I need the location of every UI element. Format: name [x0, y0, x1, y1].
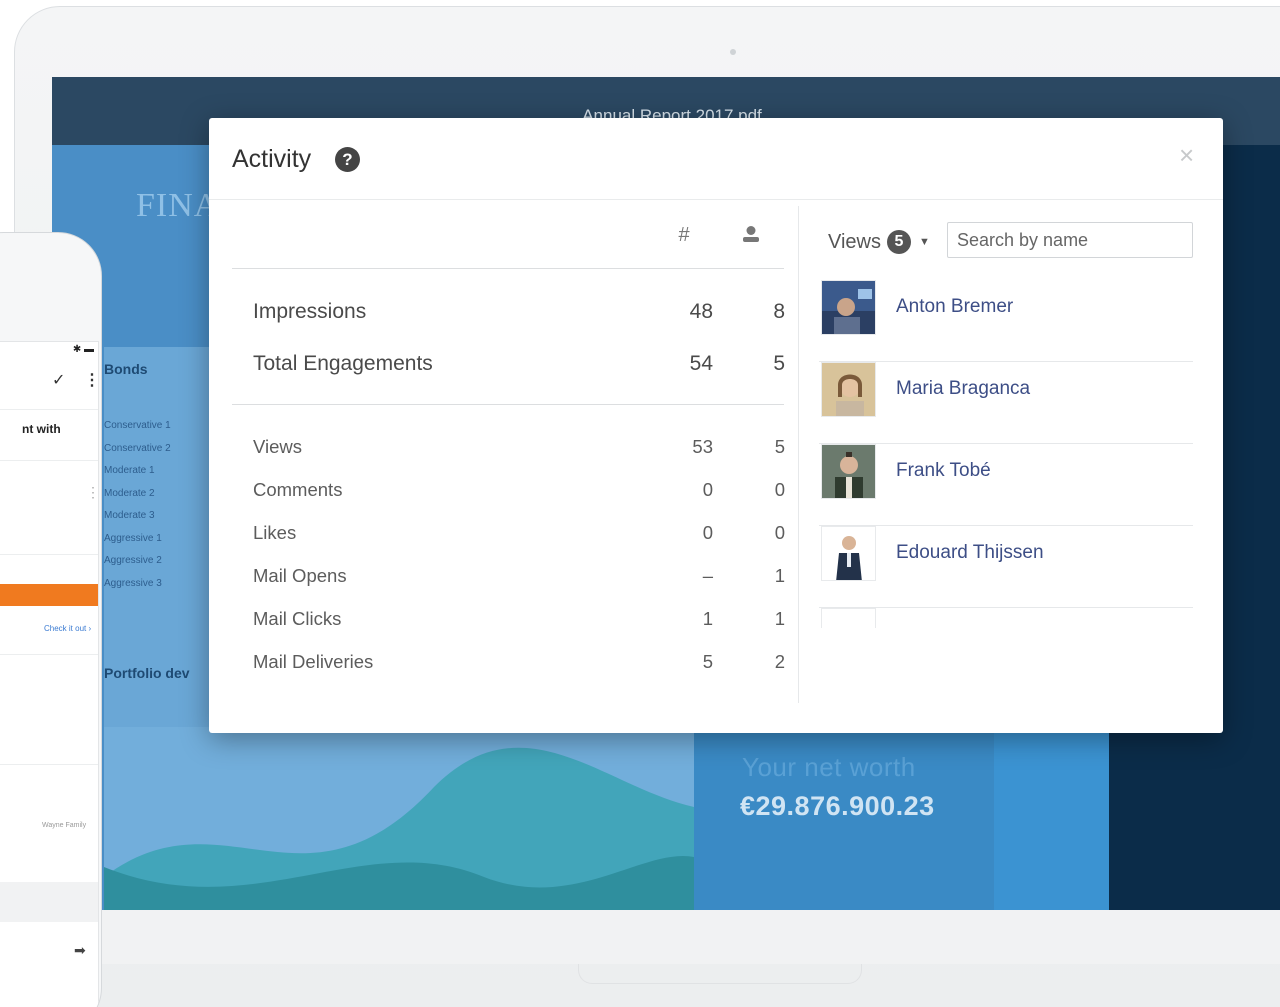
bond-item: Conservative 2	[104, 442, 171, 454]
pane-divider	[798, 206, 799, 703]
person-row[interactable]: Anton Bremer	[819, 280, 1193, 362]
laptop-bezel-bottom	[52, 910, 1280, 964]
person-name: Anton Bremer	[896, 296, 1014, 317]
laptop-notch	[578, 964, 862, 984]
row-count: 0	[702, 522, 713, 543]
more-icon[interactable]: ⋮	[86, 484, 100, 501]
row-label: Mail Clicks	[253, 608, 342, 629]
row-users: 1	[774, 608, 785, 629]
phone-footer-text: Wayne Family	[42, 822, 87, 829]
phone-divider	[0, 460, 98, 461]
activity-modal: Activity ? × # Impressions 48 8 Total En…	[209, 118, 1223, 733]
close-icon[interactable]: ×	[1179, 140, 1194, 171]
row-users: 1	[774, 565, 785, 586]
person-name: Frank Tobé	[896, 460, 991, 481]
bond-item: Moderate 2	[104, 487, 155, 499]
person-row[interactable]: Maria Braganca	[819, 362, 1193, 444]
networth-panel-accent	[994, 727, 1109, 910]
phone-divider	[0, 764, 98, 765]
table-row-mail-opens: Mail Opens – 1	[253, 565, 785, 595]
row-count: 5	[702, 651, 713, 672]
row-label: Mail Opens	[253, 565, 347, 586]
bond-list: Conservative 1 Conservative 2 Moderate 1…	[104, 415, 171, 595]
bond-item: Conservative 1	[104, 420, 171, 431]
forward-icon[interactable]: ➡	[74, 942, 86, 959]
row-users: 8	[773, 300, 785, 323]
table-row-total-engagements: Total Engagements 54 5	[253, 352, 785, 382]
help-icon[interactable]: ?	[335, 147, 360, 172]
bond-item: Moderate 3	[104, 510, 155, 521]
modal-header: Activity ? ×	[209, 118, 1223, 200]
row-count: 54	[689, 352, 713, 375]
person-name: Maria Braganca	[896, 378, 1031, 399]
row-count: 1	[702, 608, 713, 629]
views-filter-label: Views	[828, 230, 881, 253]
row-label: Views	[253, 436, 303, 457]
table-row-likes: Likes 0 0	[253, 522, 785, 552]
avatar	[821, 362, 876, 417]
table-row-impressions: Impressions 48 8	[253, 300, 785, 330]
user-icon	[740, 224, 770, 250]
row-users: 2	[774, 651, 785, 672]
person-row-partial	[819, 608, 1193, 628]
activity-stats-table: # Impressions 48 8 Total Engagements 54 …	[232, 200, 785, 710]
caret-down-icon: ▼	[919, 236, 930, 248]
row-users: 5	[774, 436, 785, 457]
row-count: 0	[702, 479, 713, 500]
search-by-name-input[interactable]	[947, 222, 1193, 258]
bond-item: Aggressive 2	[104, 555, 162, 566]
row-label: Likes	[253, 522, 297, 543]
avatar	[821, 444, 876, 499]
table-row-views: Views 53 5	[253, 436, 785, 466]
views-filter-dropdown[interactable]: Views 5 ▼	[828, 226, 930, 258]
person-name: Edouard Thijssen	[896, 542, 1044, 563]
networth-label: Your net worth	[742, 752, 916, 782]
row-label: Comments	[253, 479, 343, 500]
document-heading: FINA	[136, 187, 220, 224]
more-icon[interactable]: ⋮	[84, 370, 100, 390]
table-section-divider	[232, 404, 784, 405]
bond-item: Aggressive 1	[104, 532, 162, 544]
row-users: 0	[774, 479, 785, 500]
bond-item: Aggressive 3	[104, 577, 162, 589]
modal-title: Activity	[232, 145, 312, 173]
check-it-out-link[interactable]: Check it out ›	[44, 624, 91, 633]
row-count: –	[702, 565, 713, 586]
person-row[interactable]: Edouard Thijssen	[819, 526, 1193, 608]
phone-message-text: nt with	[22, 422, 61, 436]
row-label: Impressions	[253, 300, 367, 323]
bonds-heading: Bonds	[104, 361, 148, 377]
portfolio-heading: Portfolio dev	[104, 665, 190, 681]
phone-status-bar: ✱ ▬	[72, 344, 94, 355]
viewer-list-pane: Views 5 ▼ Anton Bremer	[819, 200, 1199, 710]
networth-value: €29.876.900.23	[740, 791, 935, 821]
row-label: Total Engagements	[253, 352, 433, 375]
phone-frame: ✱ ▬ ✓ ⋮ nt with ⋮ Check it out › Wayne F…	[0, 232, 102, 1007]
phone-screen: ✱ ▬ ✓ ⋮ nt with ⋮ Check it out › Wayne F…	[0, 341, 100, 1007]
laptop-camera	[730, 49, 736, 55]
row-label: Mail Deliveries	[253, 651, 374, 672]
check-icon[interactable]: ✓	[52, 370, 65, 390]
row-count: 53	[692, 436, 713, 457]
row-count: 48	[689, 300, 713, 323]
table-row-comments: Comments 0 0	[253, 479, 785, 509]
row-users: 5	[773, 352, 785, 375]
avatar	[821, 526, 876, 581]
person-row[interactable]: Frank Tobé	[819, 444, 1193, 526]
phone-gray-bar	[0, 882, 98, 922]
phone-divider	[0, 554, 98, 555]
count-column-header: #	[678, 224, 690, 246]
avatar	[821, 280, 876, 335]
table-row-mail-deliveries: Mail Deliveries 5 2	[253, 651, 785, 681]
phone-banner[interactable]	[0, 584, 98, 606]
phone-divider	[0, 654, 98, 655]
wave-graphic	[104, 727, 694, 910]
bond-item: Moderate 1	[104, 465, 155, 476]
views-count-badge: 5	[887, 230, 911, 254]
table-header-divider	[232, 268, 784, 269]
table-row-mail-clicks: Mail Clicks 1 1	[253, 608, 785, 638]
row-users: 0	[774, 522, 785, 543]
wave-illustration	[104, 747, 694, 910]
avatar	[821, 608, 876, 628]
